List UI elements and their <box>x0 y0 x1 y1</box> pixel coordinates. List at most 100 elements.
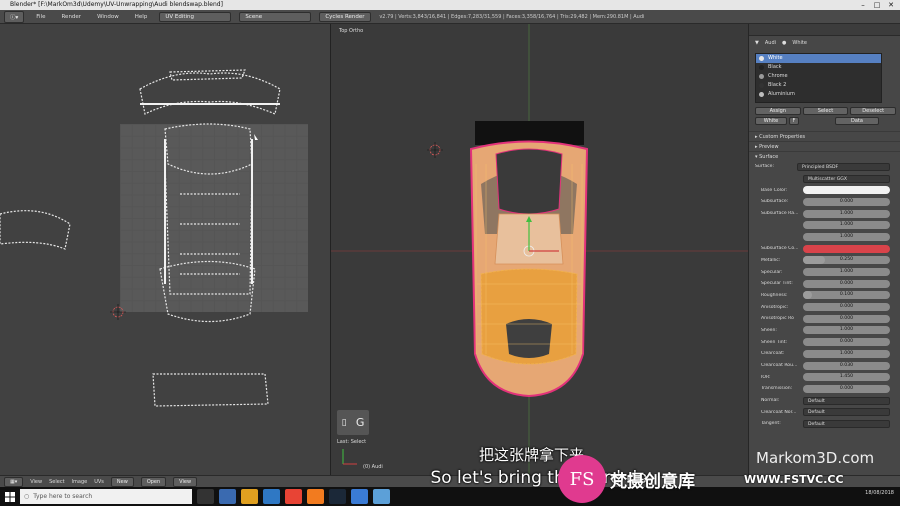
close-icon[interactable]: ✕ <box>884 0 898 10</box>
tangent-label: Tangent: <box>761 421 781 427</box>
base-color-swatch[interactable] <box>803 186 890 195</box>
shader-param-slider[interactable]: 0.000 <box>803 314 890 323</box>
shader-param-value: 1.000 <box>839 222 854 228</box>
shader-param-value: 0.250 <box>839 257 854 263</box>
menu-render[interactable]: Render <box>57 13 85 21</box>
shader-param-label: Sheen Tint: <box>761 339 788 345</box>
shader-param-row: Subsurface Co... <box>749 243 900 255</box>
shader-param-slider[interactable]: 1.000 <box>803 349 890 358</box>
mail-icon[interactable] <box>263 489 280 504</box>
markom3d-watermark: Markom3D.com <box>756 449 875 467</box>
shader-param-row: Subsurface: 0.000 <box>749 196 900 208</box>
shader-param-slider[interactable]: 0.000 <box>803 303 890 312</box>
material-sphere-icon <box>759 65 764 70</box>
shader-param-slider[interactable]: 1.000 <box>803 268 890 277</box>
panel-preview[interactable]: ▸ Preview <box>749 141 900 151</box>
shader-param-slider[interactable]: 0.000 <box>803 279 890 288</box>
minimize-icon[interactable]: – <box>856 0 870 10</box>
shader-param-slider[interactable] <box>803 244 890 253</box>
link-data-selector[interactable]: Data <box>835 117 879 125</box>
uv-menu-select[interactable]: Select <box>49 479 64 485</box>
app-icon[interactable] <box>351 489 368 504</box>
material-sphere-icon <box>759 92 764 97</box>
normal-label: Normal: <box>761 398 780 404</box>
shader-param-value: 0.000 <box>839 385 854 391</box>
scene-selector[interactable]: Scene <box>239 11 312 22</box>
normal-input[interactable]: Default <box>803 396 890 405</box>
blender-icon[interactable] <box>307 489 324 504</box>
shader-param-label: Transmission: <box>761 386 793 392</box>
panel-surface[interactable]: ▾ Surface <box>749 151 900 161</box>
panel-custom-properties[interactable]: ▸ Custom Properties <box>749 131 900 141</box>
shader-param-slider[interactable]: 0.000 <box>803 338 890 347</box>
maximize-icon[interactable]: □ <box>870 0 884 10</box>
blender-window: Blender* [F:\MarkOm3d\Udemy\UV-Unwrappin… <box>0 0 900 506</box>
logo-url: WWW.FSTVC.CC <box>744 473 844 486</box>
shader-param-slider[interactable]: 0.100 <box>803 291 890 300</box>
material-icon: ● <box>782 39 787 46</box>
menu-file[interactable]: File <box>32 13 49 21</box>
uv-view-menu[interactable]: View <box>173 476 198 487</box>
shader-param-value: 0.000 <box>839 304 854 310</box>
uv-menu-image[interactable]: Image <box>72 479 88 485</box>
material-slot-item[interactable]: Black <box>756 63 881 72</box>
editor-type-icon[interactable]: ⓘ▾ <box>4 10 25 23</box>
menu-help[interactable]: Help <box>131 13 152 21</box>
car-mesh-view <box>331 24 748 475</box>
windows-start-icon[interactable] <box>0 487 20 506</box>
render-engine-selector[interactable]: Cycles Render <box>319 11 372 22</box>
uv-menu-view[interactable]: View <box>30 479 42 485</box>
steam-icon[interactable] <box>329 489 346 504</box>
breadcrumb-object[interactable]: Audi <box>765 40 776 46</box>
app-icon-2[interactable] <box>373 489 390 504</box>
shader-param-slider[interactable]: 0.000 <box>803 197 890 206</box>
open-image-button[interactable]: Open <box>140 476 167 487</box>
deselect-button[interactable]: Deselect <box>850 107 897 115</box>
uv-islands <box>0 69 281 407</box>
slider-fill <box>803 256 825 265</box>
tangent-input[interactable]: Default <box>803 419 890 428</box>
material-slot-label: Chrome <box>768 73 788 79</box>
material-slot-item[interactable]: Black 2 <box>756 81 881 90</box>
surface-shader-selector[interactable]: Principled BSDF <box>797 162 890 171</box>
layout-selector[interactable]: UV Editing <box>159 11 232 22</box>
material-slot-item[interactable]: Chrome <box>756 72 881 81</box>
material-slot-list[interactable]: White Black Chrome Black 2 Aluminium <box>755 53 882 103</box>
shader-param-row: Specular: 1.000 <box>749 266 900 278</box>
taskbar-search-input[interactable]: ○ Type here to search <box>20 489 192 504</box>
material-slot-item[interactable]: White <box>756 54 881 63</box>
system-tray[interactable]: 18/08/2018 <box>865 490 894 496</box>
shader-param-label: Metallic: <box>761 257 781 263</box>
menu-window[interactable]: Window <box>93 13 123 21</box>
shader-param-slider[interactable]: 0.030 <box>803 361 890 370</box>
uv-editor-type-icon[interactable]: ▦▾ <box>4 476 24 487</box>
shader-param-slider[interactable]: 0.000 <box>803 384 890 393</box>
new-image-button[interactable]: New <box>110 476 134 487</box>
folder-icon[interactable] <box>241 489 258 504</box>
shader-param-slider[interactable]: 1.000 <box>803 326 890 335</box>
shader-param-slider[interactable]: 0.250 <box>803 256 890 265</box>
clearcoat-normal-label: Clearcoat Nor... <box>761 409 797 415</box>
shader-param-label: Subsurface Ra... <box>761 211 799 217</box>
subtitle-chinese: 把这张牌拿下来。 <box>478 446 599 464</box>
fake-user-button[interactable]: F <box>789 117 799 125</box>
distribution-selector[interactable]: Multiscatter GGX <box>803 174 890 183</box>
material-slot-item[interactable]: Aluminium <box>756 90 881 99</box>
uv-menu-uvs[interactable]: UVs <box>94 479 104 485</box>
shader-param-slider[interactable]: 1.000 <box>803 221 890 230</box>
material-name-field[interactable]: White <box>755 117 787 125</box>
clearcoat-normal-input[interactable]: Default <box>803 408 890 417</box>
select-button[interactable]: Select <box>802 107 849 115</box>
task-view-icon[interactable] <box>197 489 214 504</box>
chrome-icon[interactable] <box>285 489 302 504</box>
shader-param-slider[interactable]: 1.450 <box>803 373 890 382</box>
explorer-icon[interactable] <box>219 489 236 504</box>
shader-param-slider[interactable]: 1.000 <box>803 209 890 218</box>
properties-tabs[interactable] <box>749 24 900 36</box>
shader-param-value: 0.000 <box>839 315 854 321</box>
uv-editor[interactable] <box>0 24 330 475</box>
assign-button[interactable]: Assign <box>755 107 801 115</box>
shader-param-slider[interactable]: 1.000 <box>803 232 890 241</box>
breadcrumb-material[interactable]: White <box>792 40 807 46</box>
3d-viewport[interactable]: Top Ortho ▯ G Last: Select (0) Audi <box>330 24 748 475</box>
